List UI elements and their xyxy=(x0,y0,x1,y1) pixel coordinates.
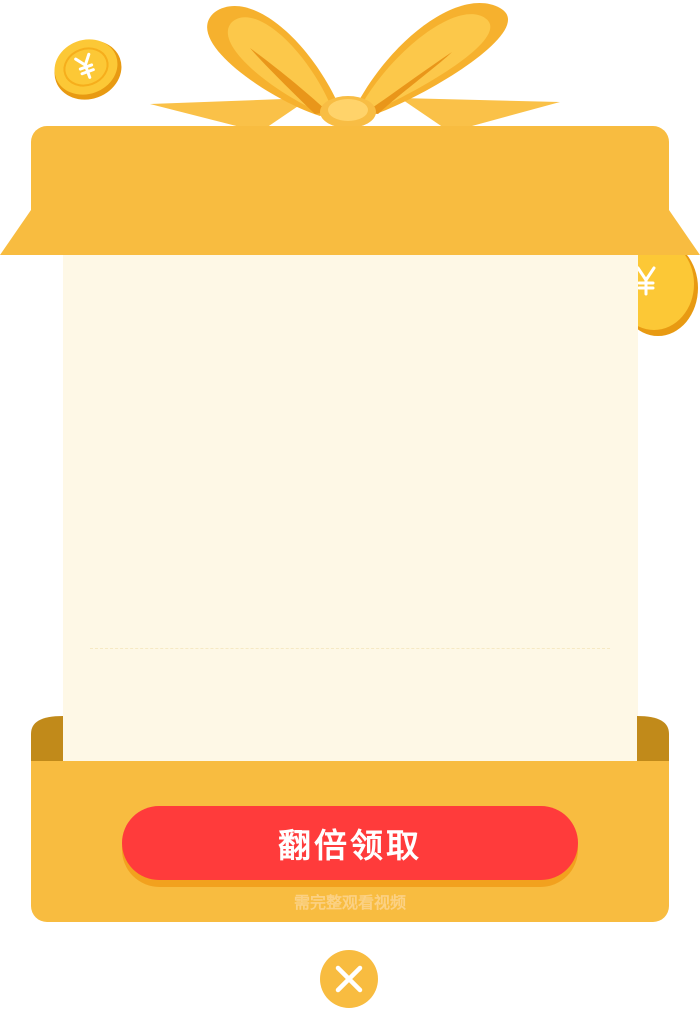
close-icon xyxy=(335,965,363,993)
card-divider xyxy=(90,648,610,649)
reward-card xyxy=(63,255,638,775)
double-claim-button[interactable]: 翻倍领取 xyxy=(122,806,578,880)
close-button[interactable] xyxy=(320,950,378,1008)
gift-box-lid-brim xyxy=(0,210,700,255)
watch-video-hint: 需完整观看视频 xyxy=(293,893,406,912)
coin-icon-top-left xyxy=(54,39,122,100)
gift-bow xyxy=(150,3,560,132)
